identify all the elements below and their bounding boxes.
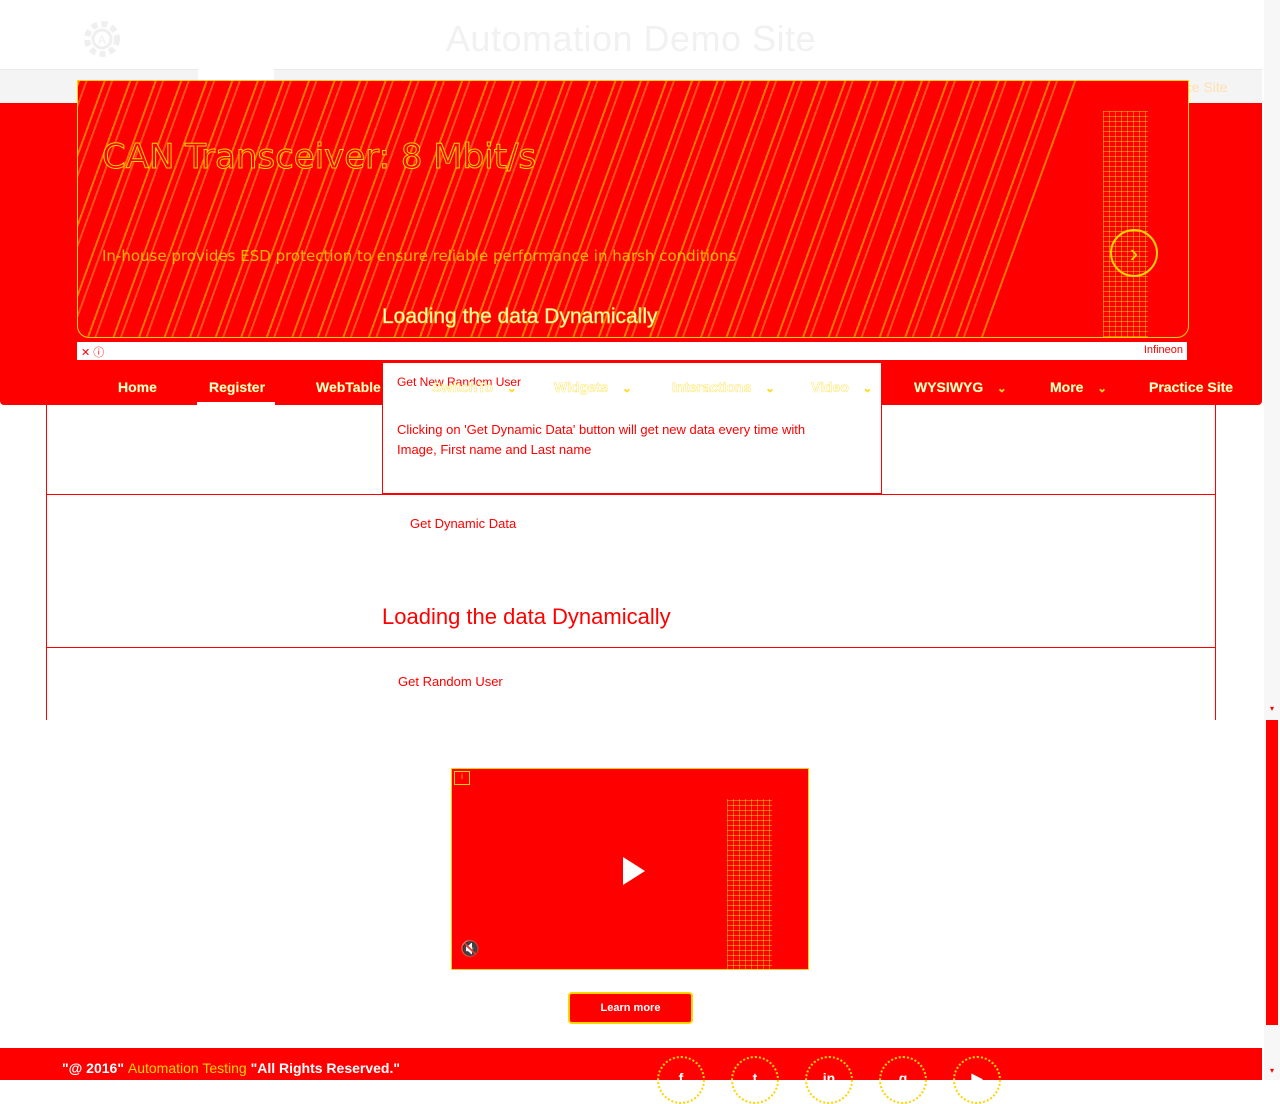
chevron-down-icon: ⌄ [622,383,632,395]
nav-interactions[interactable]: Interactions ⌄ [672,379,775,395]
ad-subtext[interactable]: In-house provides ESD protection to ensu… [102,247,736,265]
section-divider [46,647,1216,648]
ad-banner[interactable]: CAN Transceiver: 8 Mbit/s In-house provi… [77,80,1189,338]
content-frame-left [46,405,47,720]
nav-active-underline [197,402,275,405]
ad-footer: ✕ ⓘ Infineon [77,342,1187,360]
get-dynamic-data-button[interactable]: Get Dynamic Data [410,516,516,531]
page-heading: Loading the data Dynamically [382,604,671,629]
nav-widgets[interactable]: Widgets ⌄ [554,379,632,395]
chevron-down-icon: ⌄ [862,383,873,395]
youtube-icon[interactable]: ▶ [953,1056,1001,1104]
copyright-prefix: "@ 2016" [62,1060,124,1076]
facebook-icon[interactable]: f [657,1056,705,1104]
nav-video[interactable]: Video ⌄ [811,379,872,395]
chevron-down-icon: ⌄ [507,383,517,395]
linkedin-icon[interactable]: in [805,1056,853,1104]
site-title: Automation Demo Site [445,18,817,59]
scroll-down-arrow-icon[interactable]: ▾ [1266,1066,1278,1075]
chevron-right-icon[interactable]: › [1110,229,1158,277]
nav-more[interactable]: More ⌄ [1050,379,1107,395]
video-grid-pattern [727,799,772,969]
play-icon[interactable] [623,857,645,885]
video-player[interactable]: i 🔇 [451,768,809,970]
get-random-user-label: Get Random User [398,674,503,689]
nav-wysiwyg[interactable]: WYSIWYG ⌄ [914,379,1007,395]
ad-headline[interactable]: CAN Transceiver: 8 Mbit/s [101,137,536,178]
info-icon[interactable]: i [454,771,470,785]
nav-switchto[interactable]: SwitchTo ⌄ [432,379,517,395]
chevron-down-icon: ⌄ [1097,383,1107,395]
twitter-icon[interactable]: t [731,1056,779,1104]
content-frame-right [1215,195,1216,720]
nav-register[interactable]: Register [209,379,265,395]
learn-more-button[interactable]: Learn more [568,992,693,1024]
scrollbar-thumb[interactable] [1266,720,1278,1025]
section-divider [46,494,1216,495]
ad-brand[interactable]: Infineon [1144,344,1183,356]
ad-grid-pattern [1103,111,1148,337]
copyright-suffix: "All Rights Reserved." [250,1060,401,1076]
mute-icon[interactable]: 🔇 [460,939,480,959]
card-description: Clicking on 'Get Dynamic Data' button wi… [397,422,806,457]
chevron-down-icon: ⌄ [765,383,775,395]
ad-background-pattern [78,81,1077,337]
chevron-down-icon: ⌄ [997,383,1007,395]
overlay-heading: Loading the data Dynamically [382,305,658,329]
nav-home[interactable]: Home [118,379,157,395]
footer-brand-link[interactable]: Automation Testing [128,1060,247,1076]
nav-webtable[interactable]: WebTable [316,379,381,395]
footer: "@ 2016" Automation Testing "All Rights … [0,1048,1262,1104]
google-plus-icon[interactable]: g [879,1056,927,1104]
scroll-up-arrow-icon[interactable]: ▾ [1266,704,1278,713]
copyright-text: "@ 2016" Automation Testing "All Rights … [62,1060,400,1076]
close-icon[interactable]: ✕ ⓘ [81,344,104,360]
nav-practice-site[interactable]: Practice Site [1149,379,1233,395]
